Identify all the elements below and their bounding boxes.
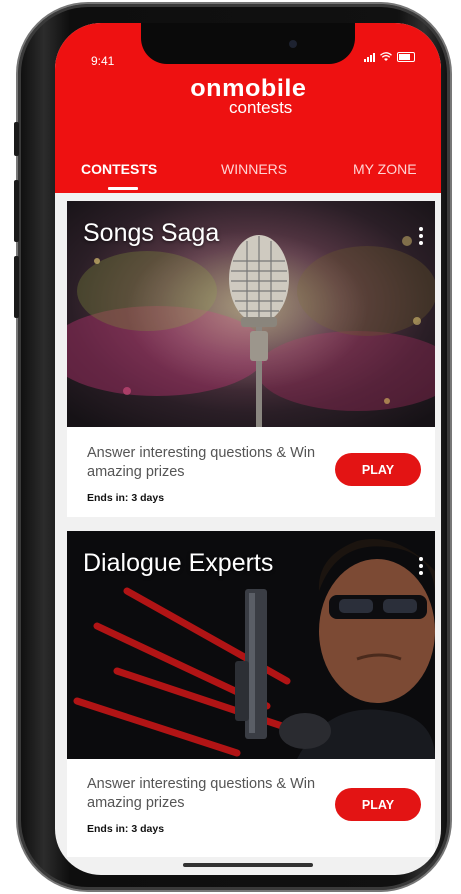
tab-winners[interactable]: WINNERS [221, 161, 287, 177]
play-button[interactable]: PLAY [335, 453, 421, 486]
contest-deadline: Ends in: 3 days [87, 823, 164, 835]
app-logo: onmobile contests [55, 77, 441, 117]
wifi-icon [380, 52, 392, 61]
app-header: 9:41 onmobile contests CONTESTS WINNERS … [55, 23, 441, 193]
contest-title: Songs Saga [83, 219, 220, 247]
tab-contests[interactable]: CONTESTS [81, 161, 157, 177]
notch [141, 23, 355, 64]
logo-subtitle: contests [229, 98, 293, 117]
status-icons [364, 52, 415, 62]
volume-down-button [14, 256, 19, 318]
contest-card[interactable]: Dialogue Experts Answer interesting ques… [67, 531, 435, 857]
camera-icon [289, 40, 297, 48]
home-indicator [183, 863, 313, 867]
contest-card[interactable]: Songs Saga Answer interesting questions … [67, 201, 435, 517]
ends-value: 3 days [131, 492, 165, 504]
contest-title: Dialogue Experts [83, 549, 274, 577]
contest-description: Answer interesting questions & Win amazi… [87, 445, 316, 480]
volume-up-button [14, 180, 19, 242]
battery-icon [397, 52, 415, 62]
more-options-icon[interactable] [419, 557, 423, 575]
more-options-icon[interactable] [419, 227, 423, 245]
tab-my-zone[interactable]: MY ZONE [353, 161, 417, 177]
mute-switch [14, 122, 19, 156]
active-tab-indicator [108, 187, 138, 190]
tab-bar: CONTESTS WINNERS MY ZONE [55, 161, 441, 193]
ends-label: Ends in: [87, 492, 129, 504]
app-screen: 9:41 onmobile contests CONTESTS WINNERS … [55, 23, 441, 875]
contest-description: Answer interesting questions & Win amazi… [87, 776, 316, 811]
ends-label: Ends in: [87, 823, 129, 835]
status-time: 9:41 [91, 54, 115, 68]
ends-value: 3 days [131, 823, 165, 835]
contest-deadline: Ends in: 3 days [87, 492, 164, 504]
play-button[interactable]: PLAY [335, 788, 421, 821]
signal-icon [364, 52, 375, 62]
